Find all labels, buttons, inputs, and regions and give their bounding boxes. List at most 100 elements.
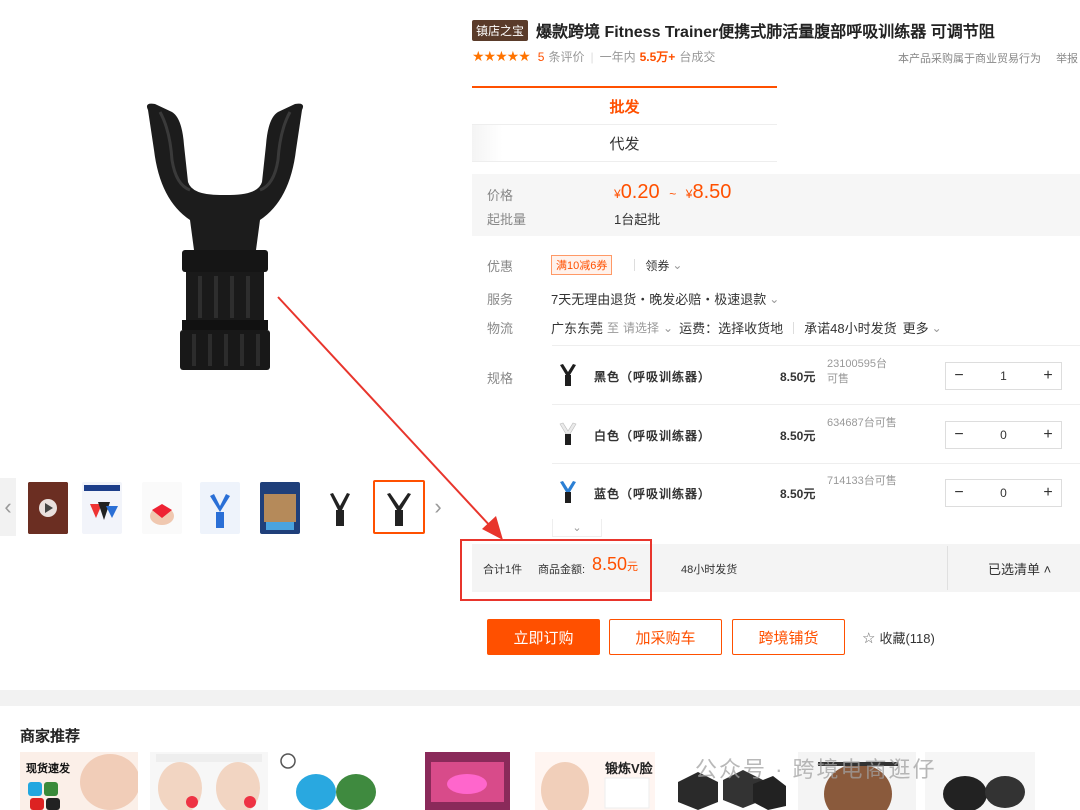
price-high: 8.50: [692, 181, 732, 203]
favorite-button[interactable]: ☆ 收藏(118): [862, 628, 935, 647]
product-title: 爆款跨境 Fitness Trainer便携式肺活量腹部呼吸训练器 可调节阻: [536, 24, 995, 41]
chevron-down-icon: ⌄: [572, 522, 582, 534]
service-label: 服务: [487, 292, 514, 307]
chevron-down-icon[interactable]: ⌄: [672, 258, 682, 272]
star-outline-icon: ☆: [862, 629, 876, 647]
discount-divider: [634, 259, 636, 271]
spec-thumb-blue[interactable]: [558, 480, 578, 504]
spec-stock: 634687台可售: [827, 417, 897, 429]
recommend-item-4[interactable]: [425, 752, 510, 810]
chevron-down-icon[interactable]: ⌄: [663, 321, 673, 335]
logistics-label: 物流: [487, 321, 514, 336]
moq-label: 起批量: [487, 212, 527, 227]
quantity-input[interactable]: 0: [972, 428, 1035, 442]
summary-divider: [947, 546, 948, 590]
product-main-image[interactable]: [120, 90, 330, 390]
increase-button[interactable]: +: [1035, 426, 1061, 444]
chevron-right-icon: ›: [434, 494, 442, 519]
quantity-input[interactable]: 0: [972, 486, 1035, 500]
thumbnail-2[interactable]: [82, 482, 122, 534]
increase-button[interactable]: +: [1035, 484, 1061, 502]
price-tilde: ~: [669, 187, 677, 201]
recommend-item-8[interactable]: [925, 752, 1035, 810]
quantity-stepper: − 1 +: [945, 362, 1062, 390]
claim-coupon-link[interactable]: 领券: [645, 257, 669, 274]
spec-price: 8.50元: [780, 370, 816, 384]
thumbnail-6[interactable]: [320, 482, 360, 534]
rating-divider: |: [590, 49, 594, 64]
thumbnail-video[interactable]: [28, 482, 68, 534]
recommend-item-1-text: 现货速发: [26, 763, 70, 775]
thumb-prev-button[interactable]: ‹: [0, 478, 16, 536]
section-gap: [0, 690, 1080, 706]
recommend-item-3[interactable]: [278, 752, 388, 810]
ship-promise: 承诺48小时发货: [804, 321, 897, 336]
logistics-to: 至: [607, 321, 620, 335]
add-to-cart-button[interactable]: 加采购车: [609, 619, 722, 655]
decrease-button[interactable]: −: [946, 484, 972, 502]
decrease-button[interactable]: −: [946, 367, 972, 385]
spec-thumb-white[interactable]: [558, 422, 578, 446]
spec-name: 白色（呼吸训练器）: [594, 429, 712, 443]
rating-stars-icon: ★★★★★: [472, 48, 531, 64]
report-link[interactable]: 举报: [1056, 53, 1078, 65]
annotation-highlight-box: [460, 539, 652, 601]
recommend-item-1[interactable]: 现货速发: [20, 752, 138, 810]
purchase-mode-tabs: 批发 代发: [472, 86, 777, 162]
sales-prefix: 一年内: [599, 50, 636, 64]
logistics-row: 物流 广东东莞 至 请选择 ⌄ 运费：选择收货地 承诺48小时发货 更多 ⌄: [487, 318, 942, 337]
spec-thumb-black[interactable]: [558, 363, 578, 387]
thumbnail-5[interactable]: [260, 482, 300, 534]
spec-stock: 23100595台可售: [827, 358, 887, 385]
quantity-stepper: − 0 +: [945, 479, 1062, 507]
review-suffix[interactable]: 条评价: [548, 48, 584, 65]
sales-suffix: 台成交: [679, 50, 716, 64]
thumb-next-button[interactable]: ›: [430, 478, 446, 536]
chevron-down-icon[interactable]: ⌄: [769, 292, 779, 306]
spec-price: 8.50元: [780, 429, 816, 443]
thumbnail-strip: ‹ ›: [0, 478, 450, 536]
decrease-button[interactable]: −: [946, 426, 972, 444]
thumbnail-7-selected[interactable]: [373, 480, 425, 534]
review-count[interactable]: 5: [538, 50, 545, 64]
spec-name: 蓝色（呼吸训练器）: [594, 487, 712, 501]
quantity-stepper: − 0 +: [945, 421, 1062, 449]
thumbnail-4[interactable]: [200, 482, 240, 534]
logistics-more[interactable]: 更多: [903, 318, 929, 337]
spec-name: 黑色（呼吸训练器）: [594, 370, 712, 384]
shop-badge: 镇店之宝: [472, 19, 529, 41]
chevron-down-icon[interactable]: ⌄: [932, 321, 942, 335]
order-now-button[interactable]: 立即订购: [487, 619, 600, 655]
service-value[interactable]: 7天无理由退货・晚发必赔・极速退款: [551, 289, 766, 308]
product-title-row: 镇店之宝 爆款跨境 Fitness Trainer便携式肺活量腹部呼吸训练器 可…: [472, 18, 995, 42]
spec-price: 8.50元: [780, 487, 816, 501]
tab-dropship[interactable]: 代发: [472, 124, 777, 162]
coupon-tag[interactable]: 满10减6券: [551, 255, 613, 275]
recommend-item-5[interactable]: 锻炼V脸: [535, 752, 655, 810]
price-box: 价格 ¥0.20 ~ ¥8.50 起批量 1台起批: [472, 174, 1080, 236]
increase-button[interactable]: +: [1035, 367, 1061, 385]
tab-wholesale[interactable]: 批发: [472, 86, 777, 124]
expand-specs-button[interactable]: ⌄: [552, 519, 602, 537]
freight-text[interactable]: 运费：选择收货地: [679, 318, 783, 337]
thumbnail-3[interactable]: [142, 482, 182, 534]
price-low: 0.20: [620, 181, 660, 203]
quantity-input[interactable]: 1: [972, 369, 1035, 383]
spec-row-white: 白色（呼吸训练器） 8.50元 634687台可售 − 0 +: [552, 406, 1080, 464]
price-range: ¥0.20 ~ ¥8.50: [614, 181, 731, 204]
moq-value: 1台起批: [614, 212, 661, 227]
selected-list-toggle[interactable]: 已选清单 ˄: [988, 559, 1051, 578]
recommend-title: 商家推荐: [20, 728, 81, 745]
spec-stock: 714133台可售: [827, 475, 897, 487]
chevron-left-icon: ‹: [4, 494, 12, 519]
logistics-divider: [793, 321, 795, 334]
service-row: 服务 7天无理由退货・晚发必赔・极速退款 ⌄: [487, 289, 779, 308]
ship-time: 48小时发货: [681, 564, 738, 576]
discount-label: 优惠: [487, 258, 514, 274]
rating-row: ★★★★★ 5 条评价 | 一年内 5.5万+ 台成交: [472, 48, 715, 65]
currency-symbol: ¥: [614, 187, 621, 201]
cross-border-button[interactable]: 跨境铺货: [732, 619, 845, 655]
recommend-item-2[interactable]: [150, 752, 268, 810]
destination-select[interactable]: 请选择: [623, 319, 659, 336]
watermark: 公众号 · 跨境电商逛仔: [695, 757, 937, 782]
